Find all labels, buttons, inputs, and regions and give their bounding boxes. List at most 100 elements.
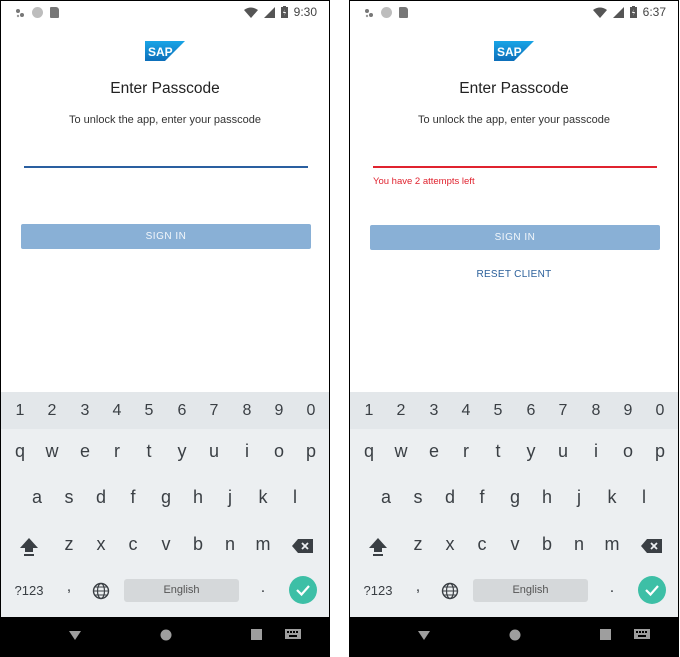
comma-key[interactable]: , (413, 578, 423, 596)
key-q[interactable]: q (9, 441, 31, 462)
key-o[interactable]: o (617, 441, 639, 462)
key-8[interactable]: 8 (237, 402, 257, 420)
key-a[interactable]: a (26, 487, 48, 508)
key-b[interactable]: b (536, 534, 558, 555)
key-r[interactable]: r (455, 441, 477, 462)
key-c[interactable]: c (471, 534, 493, 555)
key-l[interactable]: l (633, 487, 655, 508)
key-4[interactable]: 4 (107, 402, 127, 420)
recents-icon[interactable] (251, 629, 262, 640)
period-key[interactable]: . (258, 579, 268, 597)
key-o[interactable]: o (268, 441, 290, 462)
key-u[interactable]: u (552, 441, 574, 462)
key-b[interactable]: b (187, 534, 209, 555)
key-i[interactable]: i (236, 441, 258, 462)
key-l[interactable]: l (284, 487, 306, 508)
backspace-icon[interactable] (641, 538, 663, 554)
key-x[interactable]: x (90, 534, 112, 555)
space-key[interactable]: English (473, 579, 588, 602)
key-9[interactable]: 9 (618, 402, 638, 420)
key-v[interactable]: v (504, 534, 526, 555)
key-7[interactable]: 7 (553, 402, 573, 420)
space-key[interactable]: English (124, 579, 239, 602)
sign-in-button[interactable]: SIGN IN (370, 225, 660, 250)
key-d[interactable]: d (90, 487, 112, 508)
key-z[interactable]: z (407, 534, 429, 555)
key-c[interactable]: c (122, 534, 144, 555)
period-key[interactable]: . (607, 579, 617, 597)
key-d[interactable]: d (439, 487, 461, 508)
key-4[interactable]: 4 (456, 402, 476, 420)
key-9[interactable]: 9 (269, 402, 289, 420)
key-t[interactable]: t (487, 441, 509, 462)
key-6[interactable]: 6 (521, 402, 541, 420)
home-icon[interactable] (160, 629, 172, 641)
key-f[interactable]: f (122, 487, 144, 508)
key-w[interactable]: w (390, 441, 412, 462)
key-g[interactable]: g (504, 487, 526, 508)
enter-key[interactable] (638, 576, 666, 604)
key-y[interactable]: y (520, 441, 542, 462)
key-v[interactable]: v (155, 534, 177, 555)
key-1[interactable]: 1 (10, 402, 30, 420)
key-m[interactable]: m (601, 534, 623, 555)
back-icon[interactable] (418, 629, 430, 641)
comma-key[interactable]: , (64, 578, 74, 596)
key-2[interactable]: 2 (391, 402, 411, 420)
passcode-input[interactable] (373, 166, 657, 168)
key-h[interactable]: h (187, 487, 209, 508)
key-e[interactable]: e (423, 441, 445, 462)
key-p[interactable]: p (300, 441, 322, 462)
key-t[interactable]: t (138, 441, 160, 462)
home-icon[interactable] (509, 629, 521, 641)
key-m[interactable]: m (252, 534, 274, 555)
key-6[interactable]: 6 (172, 402, 192, 420)
key-p[interactable]: p (649, 441, 671, 462)
keyboard-switch-icon[interactable] (634, 629, 650, 641)
symbols-key[interactable]: ?123 (9, 583, 49, 598)
key-0[interactable]: 0 (650, 402, 670, 420)
symbols-key[interactable]: ?123 (358, 583, 398, 598)
sign-in-button[interactable]: SIGN IN (21, 224, 311, 249)
key-q[interactable]: q (358, 441, 380, 462)
key-5[interactable]: 5 (488, 402, 508, 420)
key-i[interactable]: i (585, 441, 607, 462)
globe-icon[interactable] (441, 582, 459, 600)
key-u[interactable]: u (203, 441, 225, 462)
back-icon[interactable] (69, 629, 81, 641)
key-8[interactable]: 8 (586, 402, 606, 420)
key-3[interactable]: 3 (424, 402, 444, 420)
key-e[interactable]: e (74, 441, 96, 462)
key-x[interactable]: x (439, 534, 461, 555)
key-n[interactable]: n (568, 534, 590, 555)
key-f[interactable]: f (471, 487, 493, 508)
key-7[interactable]: 7 (204, 402, 224, 420)
key-j[interactable]: j (568, 487, 590, 508)
passcode-input[interactable] (24, 166, 308, 168)
key-s[interactable]: s (407, 487, 429, 508)
key-a[interactable]: a (375, 487, 397, 508)
globe-icon[interactable] (92, 582, 110, 600)
recents-icon[interactable] (600, 629, 611, 640)
key-r[interactable]: r (106, 441, 128, 462)
keyboard-switch-icon[interactable] (285, 629, 301, 641)
enter-key[interactable] (289, 576, 317, 604)
key-z[interactable]: z (58, 534, 80, 555)
key-g[interactable]: g (155, 487, 177, 508)
key-h[interactable]: h (536, 487, 558, 508)
key-j[interactable]: j (219, 487, 241, 508)
backspace-icon[interactable] (292, 538, 314, 554)
key-w[interactable]: w (41, 441, 63, 462)
key-0[interactable]: 0 (301, 402, 321, 420)
key-2[interactable]: 2 (42, 402, 62, 420)
key-k[interactable]: k (601, 487, 623, 508)
shift-icon[interactable] (18, 535, 40, 557)
key-1[interactable]: 1 (359, 402, 379, 420)
key-k[interactable]: k (252, 487, 274, 508)
key-s[interactable]: s (58, 487, 80, 508)
key-n[interactable]: n (219, 534, 241, 555)
key-5[interactable]: 5 (139, 402, 159, 420)
reset-client-link[interactable]: RESET CLIENT (350, 269, 678, 280)
key-y[interactable]: y (171, 441, 193, 462)
key-3[interactable]: 3 (75, 402, 95, 420)
